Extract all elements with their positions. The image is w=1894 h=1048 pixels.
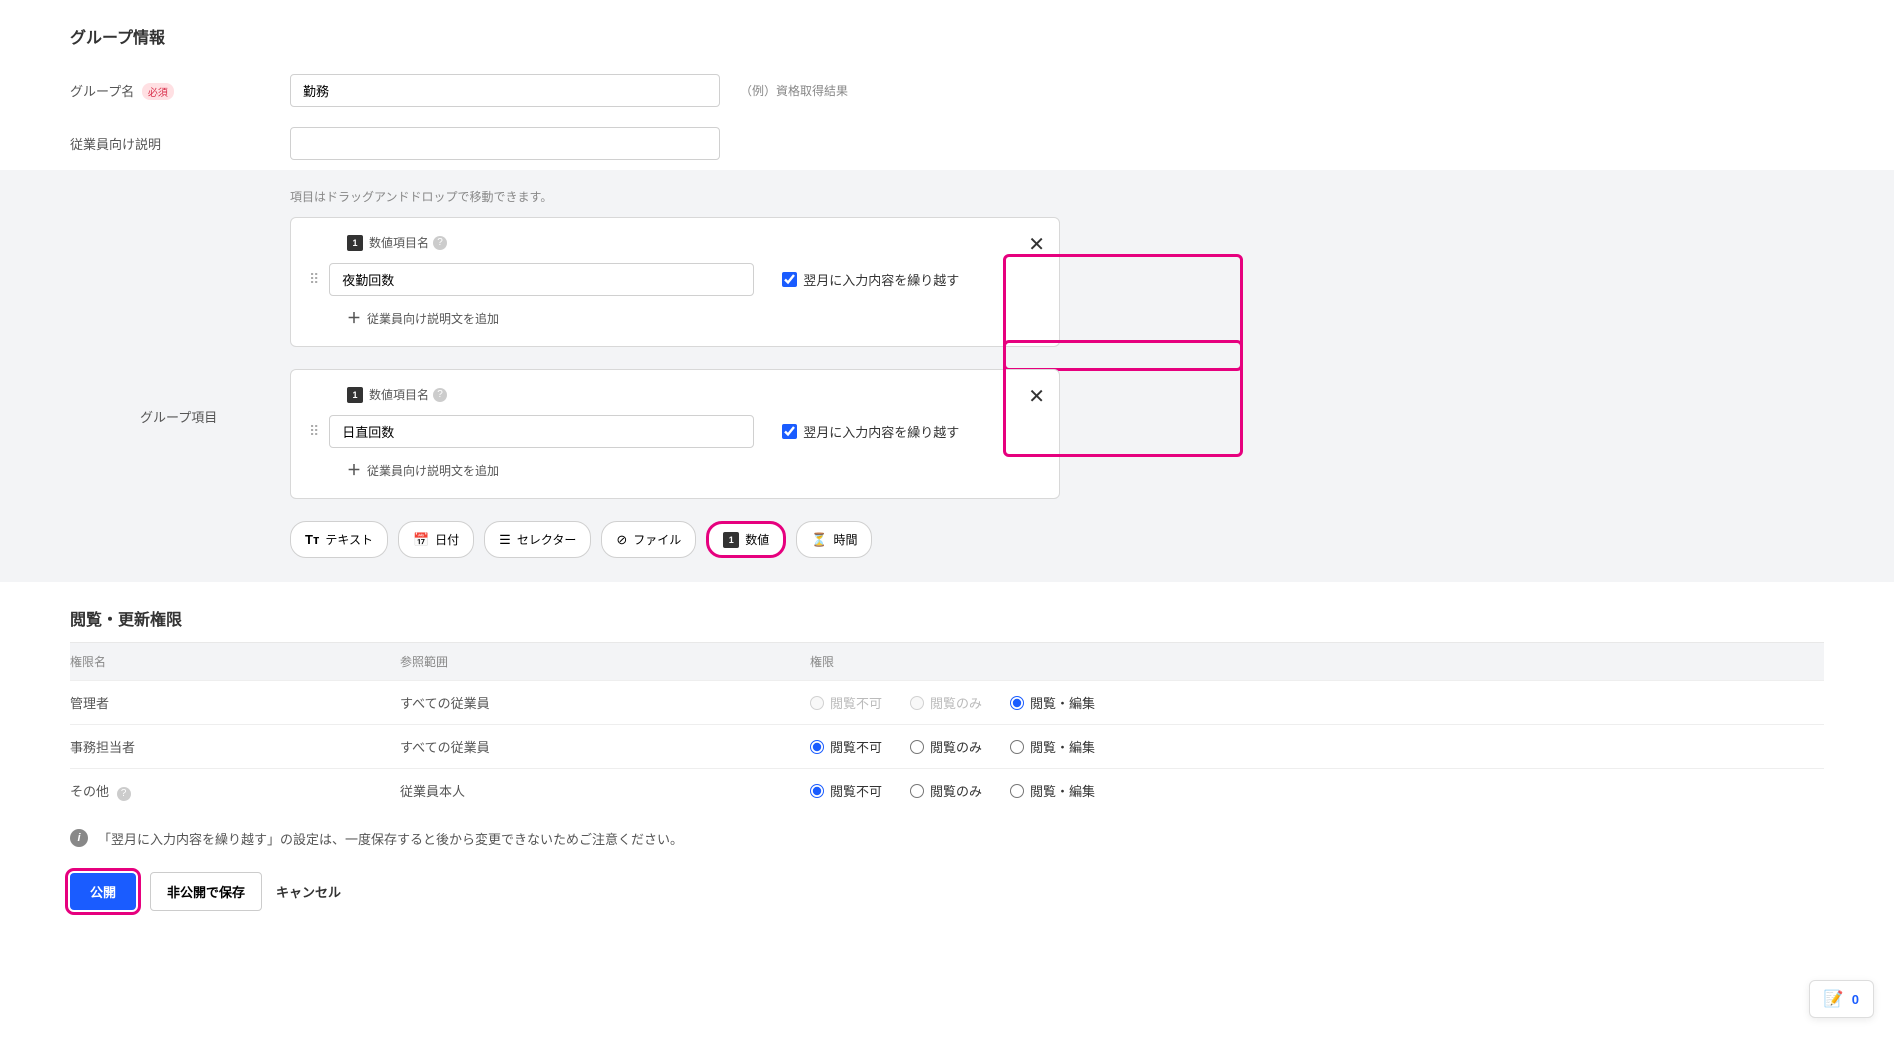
number-icon: 1 bbox=[723, 532, 739, 548]
notes-icon: 📝 bbox=[1824, 989, 1844, 1009]
perm-row: その他 ? 従業員本人 閲覧不可 閲覧のみ 閲覧・編集 bbox=[70, 768, 1824, 813]
required-badge: 必須 bbox=[142, 83, 174, 100]
publish-button[interactable]: 公開 bbox=[70, 873, 136, 910]
perm-name: 管理者 bbox=[70, 693, 400, 712]
section-title-group-info: グループ情報 bbox=[0, 0, 1894, 64]
info-icon: i bbox=[70, 829, 88, 847]
perm-name: その他 ? bbox=[70, 781, 400, 801]
type-button-file[interactable]: ⊘ ファイル bbox=[601, 521, 696, 558]
item-card: 1 数値項目名 ? ✕ ⠿ 翌月に入力内容を繰り越す ＋ bbox=[290, 217, 1060, 347]
drag-handle-icon[interactable]: ⠿ bbox=[309, 423, 317, 440]
perm-header-perm: 権限 bbox=[810, 653, 834, 670]
perm-scope: すべての従業員 bbox=[400, 737, 810, 756]
group-name-example: （例）資格取得結果 bbox=[740, 82, 848, 99]
carry-over-checkbox[interactable] bbox=[782, 272, 797, 287]
type-button-date[interactable]: 📅 日付 bbox=[398, 521, 474, 558]
perm-radio-no-view[interactable]: 閲覧不可 bbox=[810, 781, 882, 800]
perm-radio-view-edit[interactable]: 閲覧・編集 bbox=[1010, 737, 1095, 756]
perm-name: 事務担当者 bbox=[70, 737, 400, 756]
section-title-permissions: 閲覧・更新権限 bbox=[0, 582, 1894, 642]
carry-over-checkbox-wrap[interactable]: 翌月に入力内容を繰り越す bbox=[774, 264, 967, 295]
info-note-text: 「翌月に入力内容を繰り越す」の設定は、一度保存すると後から変更できないためご注意… bbox=[98, 829, 683, 848]
item-type-label: 数値項目名 bbox=[369, 386, 429, 403]
help-icon[interactable]: ? bbox=[117, 787, 131, 801]
carry-over-checkbox[interactable] bbox=[782, 424, 797, 439]
type-button-time[interactable]: ⏳ 時間 bbox=[796, 521, 872, 558]
carry-over-checkbox-wrap[interactable]: 翌月に入力内容を繰り越す bbox=[774, 416, 967, 447]
link-icon: ⊘ bbox=[616, 532, 627, 548]
perm-radio-view-edit[interactable]: 閲覧・編集 bbox=[1010, 693, 1095, 712]
type-button-text[interactable]: Tт テキスト bbox=[290, 521, 388, 558]
perm-radio-view-only[interactable]: 閲覧のみ bbox=[910, 737, 982, 756]
list-icon: ☰ bbox=[499, 532, 511, 548]
plus-icon: ＋ bbox=[347, 460, 361, 480]
perm-header-name: 権限名 bbox=[70, 653, 400, 670]
add-description-button[interactable]: ＋ 従業員向け説明文を追加 bbox=[347, 308, 499, 328]
help-icon[interactable]: ? bbox=[433, 388, 447, 402]
drag-handle-icon[interactable]: ⠿ bbox=[309, 271, 317, 288]
item-type-label: 数値項目名 bbox=[369, 234, 429, 251]
drag-hint-text: 項目はドラッグアンドドロップで移動できます。 bbox=[290, 188, 1824, 205]
perm-radio-no-view[interactable]: 閲覧不可 bbox=[810, 737, 882, 756]
perm-radio-view-edit[interactable]: 閲覧・編集 bbox=[1010, 781, 1095, 800]
perm-radio-view-only[interactable]: 閲覧のみ bbox=[910, 781, 982, 800]
perm-header-scope: 参照範囲 bbox=[400, 653, 810, 670]
close-icon[interactable]: ✕ bbox=[1028, 232, 1045, 257]
perm-scope: すべての従業員 bbox=[400, 693, 810, 712]
type-button-selector[interactable]: ☰ セレクター bbox=[484, 521, 591, 558]
add-description-button[interactable]: ＋ 従業員向け説明文を追加 bbox=[347, 460, 499, 480]
number-icon: 1 bbox=[347, 387, 363, 403]
hourglass-icon: ⏳ bbox=[811, 532, 827, 548]
perm-row: 管理者 すべての従業員 閲覧不可 閲覧のみ 閲覧・編集 bbox=[70, 680, 1824, 724]
cancel-button[interactable]: キャンセル bbox=[276, 882, 341, 901]
number-icon: 1 bbox=[347, 235, 363, 251]
group-items-label: グループ項目 bbox=[140, 407, 217, 426]
item-card: 1 数値項目名 ? ✕ ⠿ 翌月に入力内容を繰り越す ＋ bbox=[290, 369, 1060, 499]
perm-radio-view-only: 閲覧のみ bbox=[910, 693, 982, 712]
save-private-button[interactable]: 非公開で保存 bbox=[150, 872, 262, 911]
carry-over-label: 翌月に入力内容を繰り越す bbox=[803, 422, 959, 441]
carry-over-label: 翌月に入力内容を繰り越す bbox=[803, 270, 959, 289]
text-icon: Tт bbox=[305, 532, 319, 547]
employee-description-label: 従業員向け説明 bbox=[70, 134, 290, 153]
item-name-input[interactable] bbox=[329, 415, 754, 448]
item-name-input[interactable] bbox=[329, 263, 754, 296]
float-count: 0 bbox=[1852, 992, 1859, 1007]
float-notes-widget[interactable]: 📝 0 bbox=[1809, 980, 1874, 1018]
calendar-icon: 📅 bbox=[413, 532, 429, 548]
employee-description-input[interactable] bbox=[290, 127, 720, 160]
help-icon[interactable]: ? bbox=[433, 236, 447, 250]
perm-scope: 従業員本人 bbox=[400, 781, 810, 800]
close-icon[interactable]: ✕ bbox=[1028, 384, 1045, 409]
group-name-input[interactable] bbox=[290, 74, 720, 107]
group-name-label: グループ名 必須 bbox=[70, 81, 290, 100]
perm-row: 事務担当者 すべての従業員 閲覧不可 閲覧のみ 閲覧・編集 bbox=[70, 724, 1824, 768]
perm-radio-no-view: 閲覧不可 bbox=[810, 693, 882, 712]
plus-icon: ＋ bbox=[347, 308, 361, 328]
type-button-number[interactable]: 1 数値 bbox=[706, 521, 786, 558]
